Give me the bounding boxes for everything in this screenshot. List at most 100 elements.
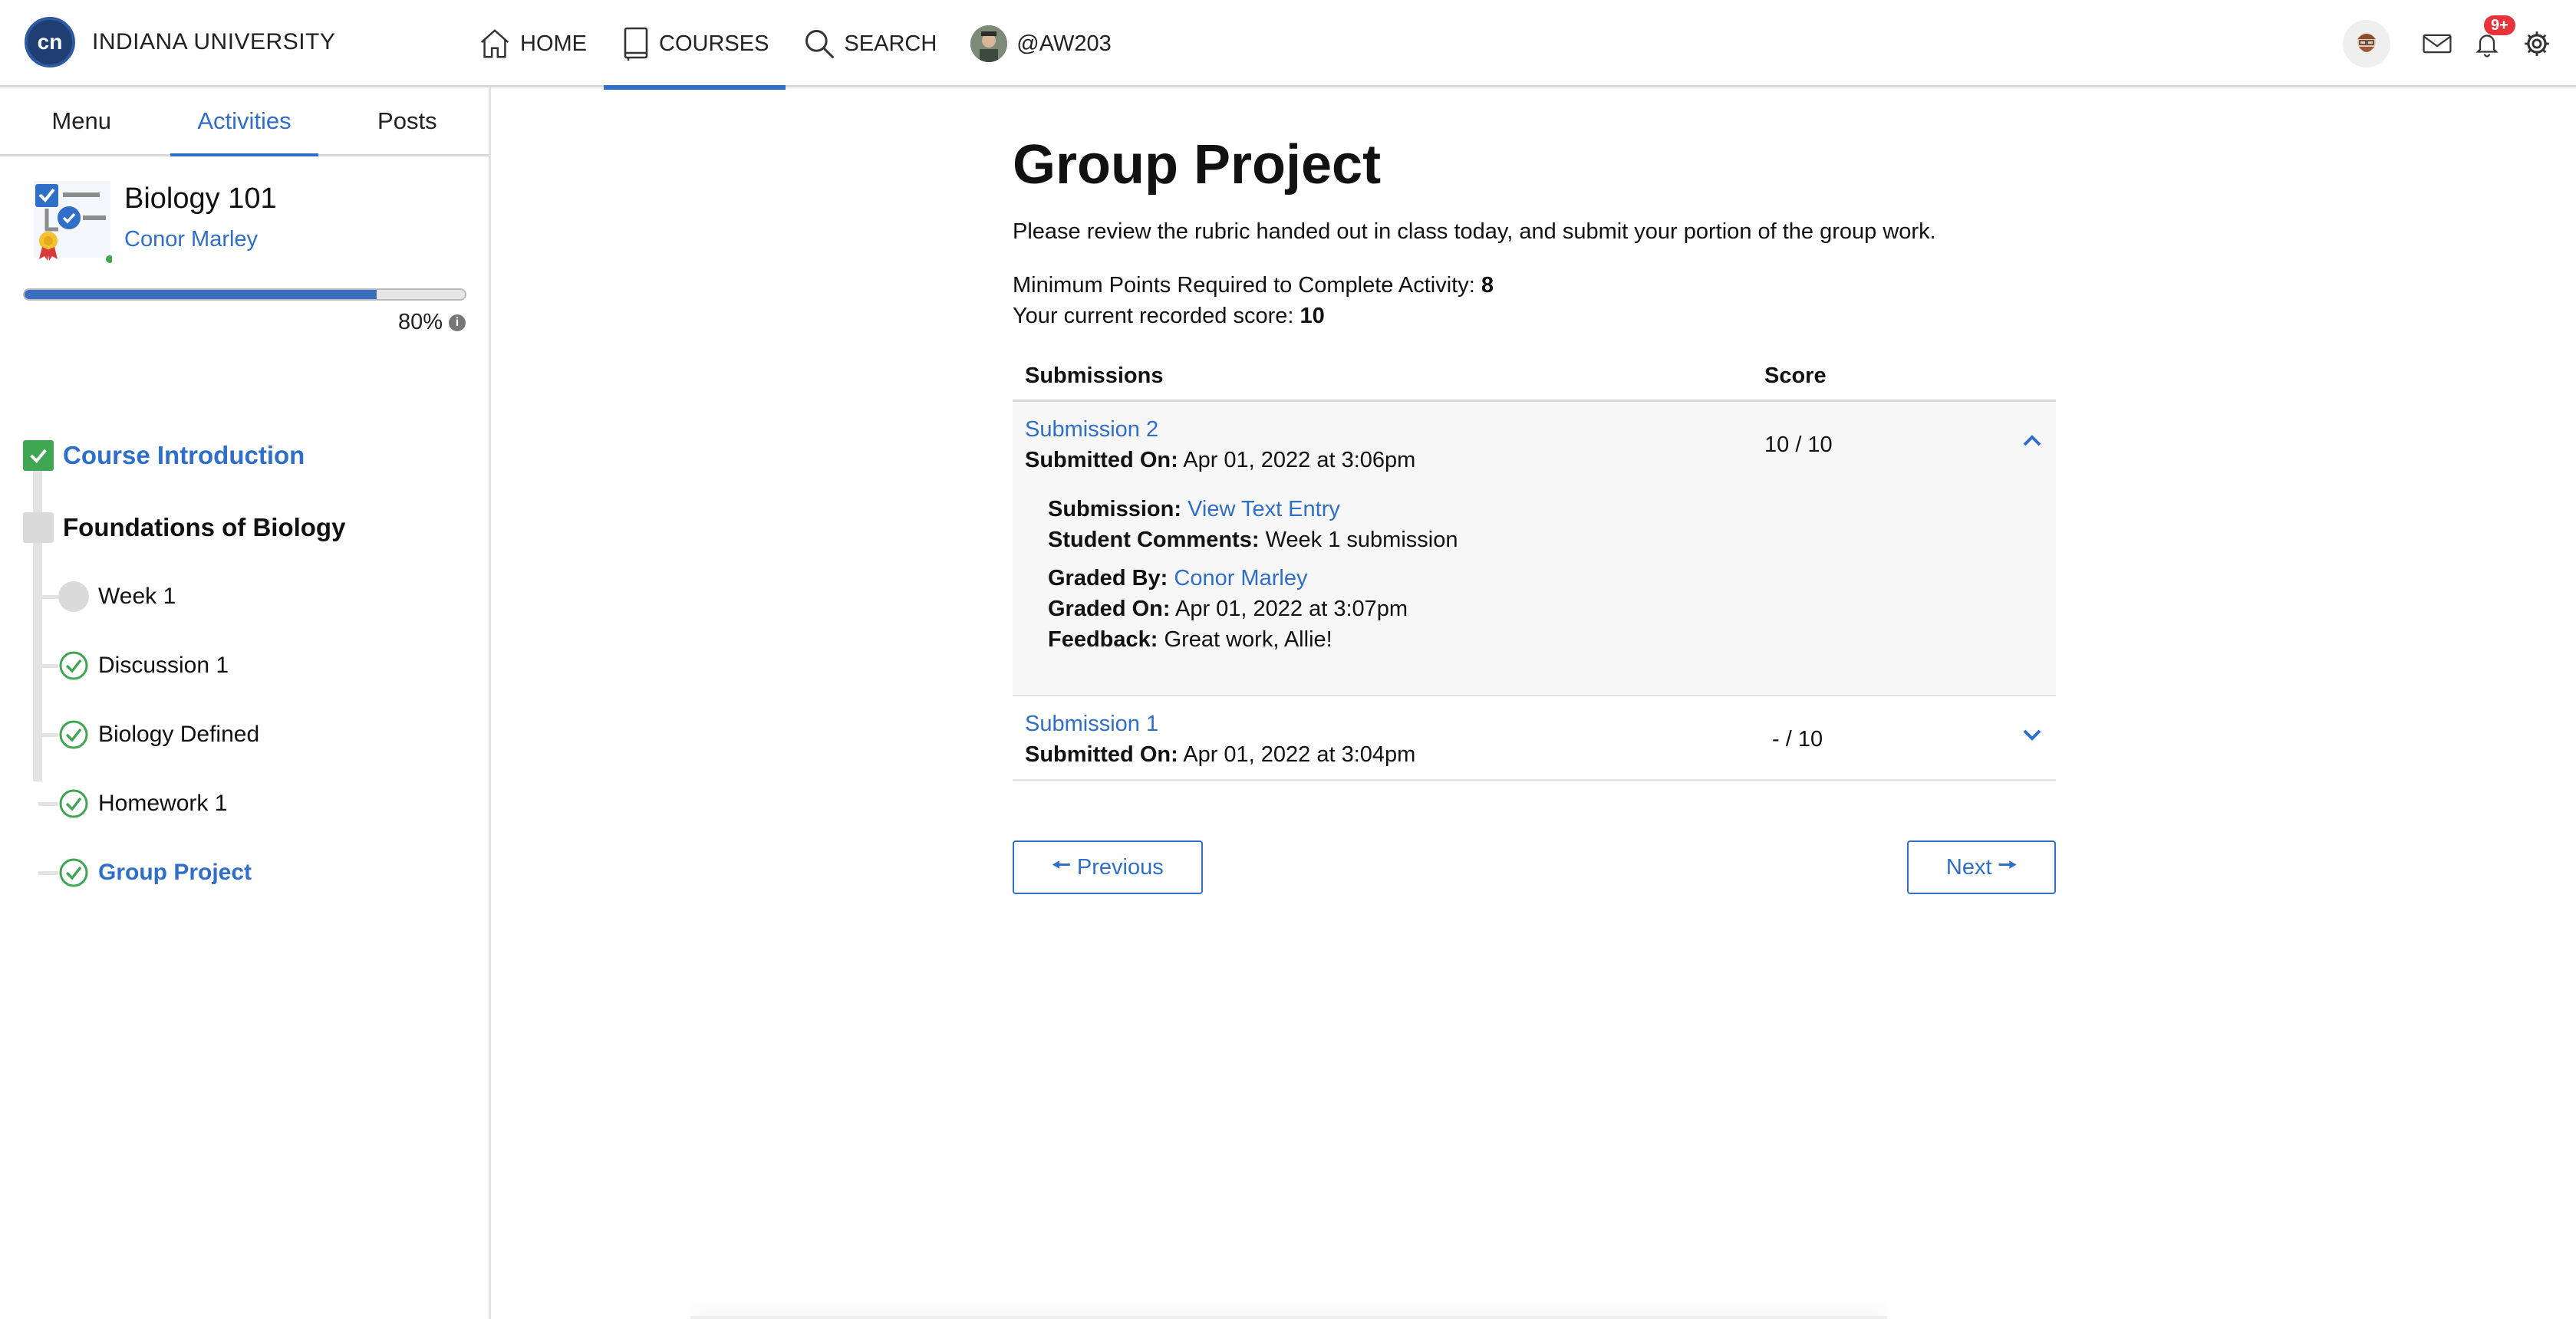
nav-home[interactable]: HOME (460, 0, 604, 87)
next-label: Next (1945, 854, 1992, 880)
course-sidebar: Menu Activities Posts Biology 101 Conor … (0, 87, 491, 1319)
section-label: Course Introduction (63, 441, 305, 469)
page-title: Group Project (1013, 134, 1382, 196)
activity-label: Discussion 1 (98, 653, 229, 678)
svg-text:cn: cn (38, 31, 63, 54)
search-icon (805, 30, 835, 59)
nav-search[interactable]: SEARCH (786, 0, 954, 87)
notification-badge: 9+ (2484, 15, 2515, 35)
section-label: Foundations of Biology (63, 513, 346, 541)
submitted-on-label: Submitted On: (1025, 448, 1178, 472)
progress-label: 80% i (398, 310, 466, 335)
nav-home-label: HOME (520, 31, 587, 56)
check-circle-icon (58, 857, 89, 888)
checkbox-checked-icon (23, 440, 54, 471)
submitted-on: Submitted On: Apr 01, 2022 at 3:06pm (1025, 448, 1415, 473)
arrow-left-icon: 🠔 (1052, 853, 1071, 877)
current-score-label: Your current recorded score: (1013, 304, 1294, 328)
current-score-line: Your current recorded score: 10 (1013, 304, 1325, 329)
submission-entry-label: Submission: (1048, 497, 1182, 521)
activity-label: Homework 1 (98, 791, 228, 816)
circle-empty-icon (58, 581, 89, 612)
course-progress-bar (23, 288, 466, 301)
nav-courses[interactable]: COURSES (604, 0, 786, 90)
profile-avatar (970, 25, 1008, 62)
tab-menu[interactable]: Menu (0, 87, 163, 154)
student-comments: Student Comments: Week 1 submission (1048, 528, 1458, 553)
current-score-value: 10 (1300, 304, 1325, 328)
tree-branch (38, 733, 58, 737)
student-comments-value: Week 1 submission (1265, 528, 1458, 552)
submission-score: - / 10 (1772, 727, 1823, 752)
main-nav: HOME COURSES SEARCH @AW203 (460, 0, 1128, 90)
previous-label: Previous (1076, 854, 1164, 880)
check-circle-icon (58, 719, 89, 750)
graded-by-label: Graded By: (1048, 566, 1168, 590)
table-row: Submission 2 Submitted On: Apr 01, 2022 … (1013, 402, 2056, 696)
submission-entry: Submission: View Text Entry (1048, 497, 1340, 522)
activity-item-week-1[interactable]: Week 1 (38, 581, 176, 612)
tab-posts[interactable]: Posts (326, 87, 489, 154)
info-icon[interactable]: i (449, 314, 466, 331)
activity-label: Week 1 (98, 584, 176, 609)
graded-on-value: Apr 01, 2022 at 3:07pm (1174, 597, 1408, 621)
nav-profile-label: @AW203 (1016, 31, 1112, 56)
tree-branch (38, 802, 58, 806)
submitted-on: Submitted On: Apr 01, 2022 at 3:04pm (1025, 742, 1415, 768)
column-header-submissions: Submissions (1025, 363, 1164, 388)
user-avatar[interactable] (2343, 20, 2390, 67)
tab-activities[interactable]: Activities (163, 87, 325, 156)
min-points-line: Minimum Points Required to Complete Acti… (1013, 273, 1494, 298)
nav-courses-label: COURSES (659, 31, 769, 56)
activity-description: Please review the rubric handed out in c… (1013, 219, 1936, 244)
nav-search-label: SEARCH (844, 31, 937, 56)
submitted-on-value: Apr 01, 2022 at 3:06pm (1183, 448, 1416, 472)
submission-link[interactable]: Submission 2 (1025, 417, 1158, 442)
course-teacher-link[interactable]: Conor Marley (124, 227, 258, 252)
brand-name: INDIANA UNIVERSITY (92, 29, 336, 54)
graded-on: Graded On: Apr 01, 2022 at 3:07pm (1048, 597, 1408, 622)
gear-icon (2525, 31, 2549, 56)
table-row: Submission 1 Submitted On: Apr 01, 2022 … (1013, 696, 2056, 781)
brand-logo: cn (25, 17, 75, 67)
submission-link[interactable]: Submission 1 (1025, 712, 1158, 737)
activity-item-homework-1[interactable]: Homework 1 (38, 788, 228, 819)
check-circle-icon (58, 788, 89, 819)
brand[interactable]: cn INDIANA UNIVERSITY (25, 17, 335, 67)
sidebar-tabs: Menu Activities Posts (0, 87, 489, 156)
section-course-introduction[interactable]: Course Introduction (23, 440, 305, 471)
notifications-button[interactable]: 9+ (2473, 15, 2515, 58)
activity-item-biology-defined[interactable]: Biology Defined (38, 719, 260, 750)
header-actions: 9+ (2343, 15, 2562, 71)
submissions-table: Submissions Score Submission 2 Submitted… (1013, 348, 2056, 781)
previous-button[interactable]: 🠔 Previous (1013, 840, 1203, 894)
checkbox-empty-icon (23, 512, 54, 543)
course-header: Biology 101 Conor Marley (0, 156, 489, 264)
grader-link[interactable]: Conor Marley (1174, 566, 1307, 590)
min-points-label: Minimum Points Required to Complete Acti… (1013, 273, 1475, 298)
tree-branch (38, 871, 58, 875)
section-foundations-of-biology[interactable]: Foundations of Biology (23, 512, 345, 543)
settings-button[interactable] (2522, 29, 2551, 58)
activity-label: Biology Defined (98, 722, 260, 747)
student-comments-label: Student Comments: (1048, 528, 1260, 552)
submitted-on-label: Submitted On: (1025, 742, 1178, 767)
column-header-score: Score (1764, 363, 1827, 388)
tree-branch (38, 664, 58, 668)
view-text-entry-link[interactable]: View Text Entry (1188, 497, 1340, 521)
book-icon (624, 27, 648, 61)
activity-item-group-project[interactable]: Group Project (38, 857, 252, 888)
feedback-label: Feedback: (1048, 627, 1158, 652)
course-progress-fill (25, 290, 377, 299)
submission-score: 10 / 10 (1764, 433, 1833, 457)
graded-by: Graded By: Conor Marley (1048, 566, 1307, 591)
course-icon (34, 181, 112, 263)
chevron-up-icon[interactable] (2021, 433, 2044, 452)
messages-button[interactable] (2423, 32, 2452, 55)
nav-profile[interactable]: @AW203 (954, 0, 1128, 87)
chevron-down-icon[interactable] (2021, 727, 2044, 746)
graded-on-label: Graded On: (1048, 597, 1171, 621)
next-button[interactable]: Next 🠖 (1907, 840, 2056, 894)
activity-item-discussion-1[interactable]: Discussion 1 (38, 650, 229, 681)
submitted-on-value: Apr 01, 2022 at 3:04pm (1183, 742, 1416, 767)
